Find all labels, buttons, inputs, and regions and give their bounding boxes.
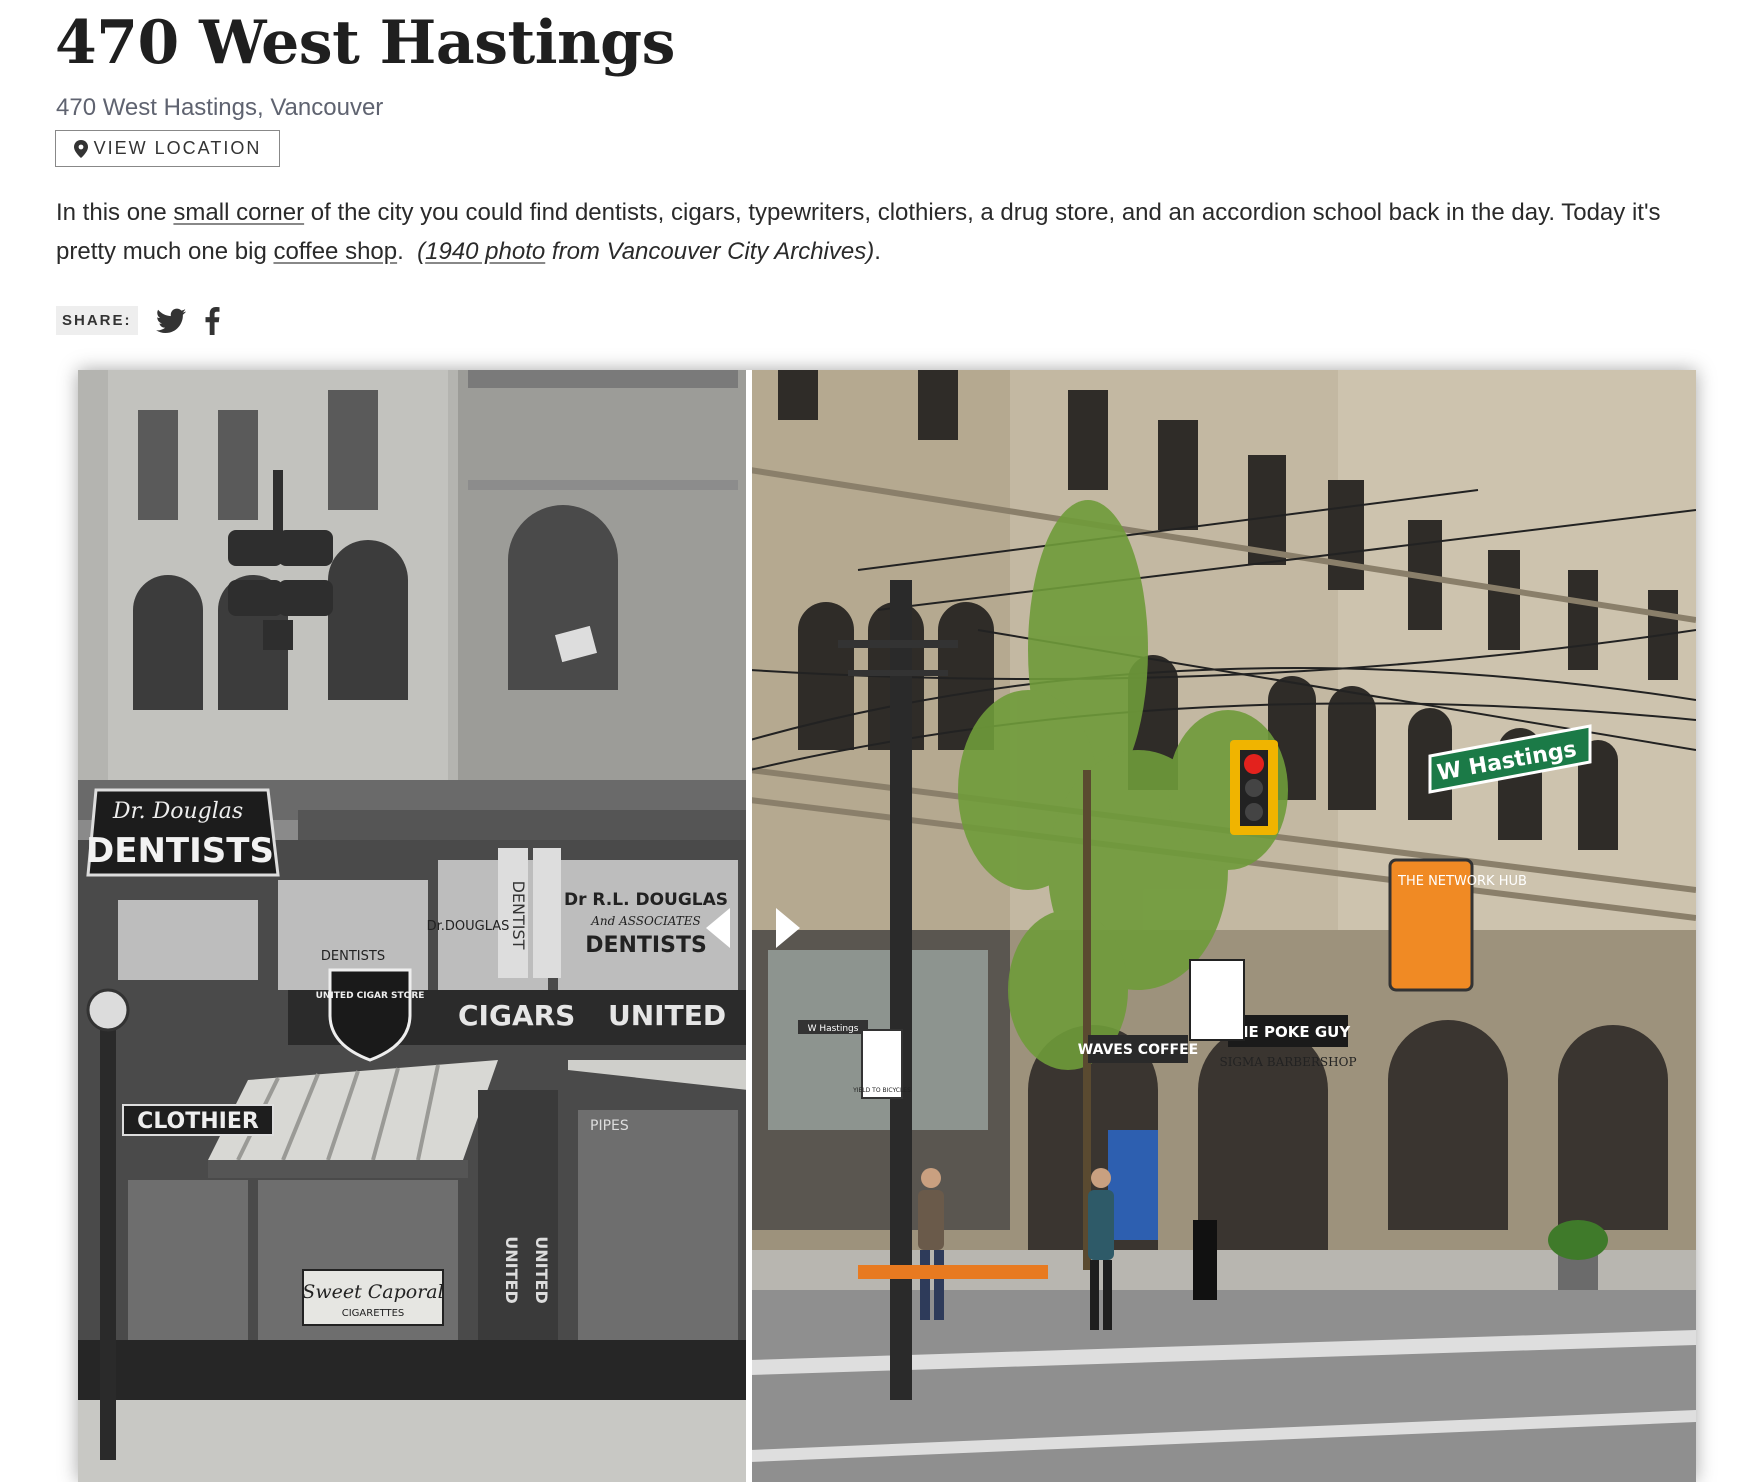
svg-text:Sweet Caporal: Sweet Caporal <box>302 1281 443 1303</box>
address-subtitle: 470 West Hastings, Vancouver <box>56 94 384 121</box>
svg-text:UNITED: UNITED <box>502 1236 521 1303</box>
slider-right-arrow-icon[interactable] <box>776 908 800 948</box>
before-after-comparison[interactable]: Dr. Douglas DENTISTS DENTIST Dr R.L. DOU… <box>78 370 1696 1482</box>
svg-text:CIGARS: CIGARS <box>458 999 575 1032</box>
svg-text:Dr.DOUGLAS: Dr.DOUGLAS <box>427 919 510 934</box>
svg-text:WAVES COFFEE: WAVES COFFEE <box>1078 1042 1198 1058</box>
svg-text:UNITED: UNITED <box>532 1236 551 1303</box>
svg-text:W Hastings: W Hastings <box>808 1024 859 1034</box>
svg-text:DENTIST: DENTIST <box>509 881 528 950</box>
page: 470 West Hastings 470 West Hastings, Van… <box>0 0 1754 1482</box>
then-photo: Dr. Douglas DENTISTS DENTIST Dr R.L. DOU… <box>78 370 748 1482</box>
svg-text:CLOTHIER: CLOTHIER <box>137 1109 259 1134</box>
map-pin-icon <box>73 139 88 158</box>
svg-text:DENTISTS: DENTISTS <box>321 949 385 964</box>
small-corner-link[interactable]: small corner <box>173 199 304 226</box>
comparison-image: Dr. Douglas DENTISTS DENTIST Dr R.L. DOU… <box>78 370 1696 1482</box>
view-location-button[interactable]: VIEW LOCATION <box>55 130 280 167</box>
facebook-icon[interactable] <box>204 306 220 335</box>
now-photo: W Hastings THE NETWORK HUB WAVES COFFEE … <box>749 370 1696 1482</box>
slider-left-arrow-icon[interactable] <box>706 908 730 948</box>
post-description: In this one small corner of the city you… <box>56 193 1706 271</box>
svg-text:THE NETWORK HUB: THE NETWORK HUB <box>1397 874 1527 889</box>
paren-open: ( <box>417 238 426 265</box>
comparison-slider-handle[interactable] <box>746 370 752 1482</box>
svg-text:UNITED: UNITED <box>608 999 726 1032</box>
svg-text:DENTISTS: DENTISTS <box>86 831 274 871</box>
svg-text:PIPES: PIPES <box>590 1118 629 1134</box>
svg-text:UNITED CIGAR STORE: UNITED CIGAR STORE <box>316 991 425 1001</box>
svg-text:SIGMA BARBERSHOP: SIGMA BARBERSHOP <box>1219 1055 1356 1069</box>
photo-credit-text: from Vancouver City Archives) <box>545 238 875 265</box>
svg-text:And ASSOCIATES: And ASSOCIATES <box>590 914 701 928</box>
photo-credit: (1940 photo from Vancouver City Archives… <box>417 238 874 265</box>
share-bar: SHARE: <box>56 306 220 335</box>
svg-text:YIELD TO BICYCLES: YIELD TO BICYCLES <box>852 1087 911 1094</box>
desc-text-3: . <box>397 238 418 265</box>
dentists-sign: Dr. Douglas DENTISTS <box>86 788 280 877</box>
view-location-label: VIEW LOCATION <box>93 138 262 158</box>
page-title: 470 West Hastings <box>55 8 675 78</box>
desc-text-1: In this one <box>56 199 174 226</box>
svg-text:CIGARETTES: CIGARETTES <box>342 1308 405 1319</box>
twitter-icon[interactable] <box>155 308 186 334</box>
photo-link[interactable]: 1940 photo <box>425 238 545 265</box>
coffee-shop-link[interactable]: coffee shop <box>273 238 397 265</box>
svg-text:Dr R.L. DOUGLAS: Dr R.L. DOUGLAS <box>564 890 728 910</box>
svg-text:DENTISTS: DENTISTS <box>585 933 707 958</box>
desc-text-5: . <box>874 238 881 265</box>
svg-text:Dr. Douglas: Dr. Douglas <box>112 799 243 824</box>
share-label: SHARE: <box>56 306 138 335</box>
